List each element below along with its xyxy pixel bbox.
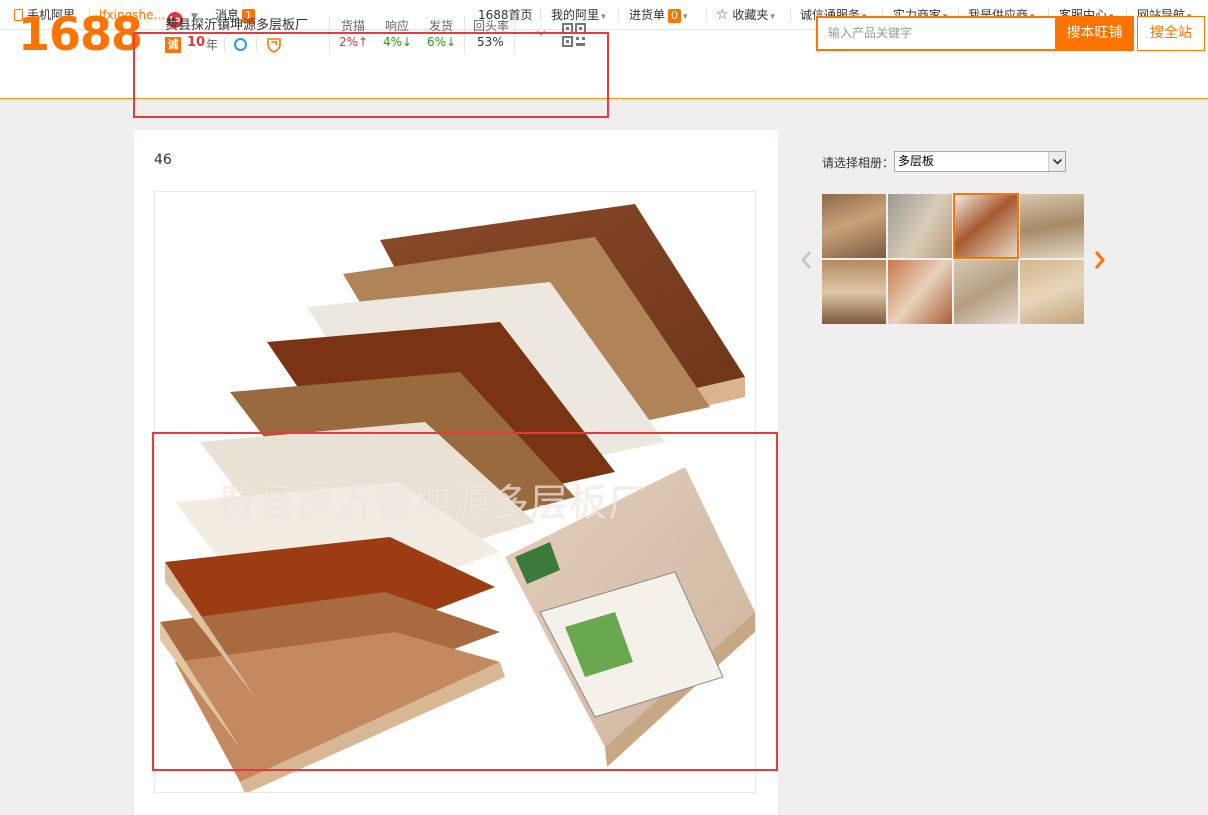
thumbnail-8[interactable] <box>1020 260 1084 324</box>
album-select[interactable]: 多层板 <box>894 151 1066 172</box>
nav-divider <box>618 8 619 22</box>
highlight-box-shop-info <box>133 32 609 118</box>
nav-divider <box>706 8 707 22</box>
thumbnail-2[interactable] <box>888 194 952 258</box>
thumbnail-4[interactable] <box>1020 194 1084 258</box>
thumbnail-7[interactable] <box>954 260 1018 324</box>
nav-divider <box>790 8 791 22</box>
thumbnail-6[interactable] <box>888 260 952 324</box>
favorites-menu[interactable]: ☆ 收藏夹 ▾ <box>716 0 775 30</box>
site-logo[interactable]: 1688 <box>18 8 143 60</box>
photo-number: 46 <box>154 152 172 168</box>
nav-divider <box>540 8 541 22</box>
search-all-site-button[interactable]: 搜全站 <box>1137 16 1205 51</box>
company-name-link[interactable]: 费县探沂镇坤源多层板厂 <box>165 14 308 33</box>
thumbnail-grid <box>822 193 1086 326</box>
star-icon: ☆ <box>716 7 729 23</box>
dropdown-arrow-icon[interactable] <box>1048 152 1065 171</box>
thumbnail-1[interactable] <box>822 194 886 258</box>
album-selected-value: 多层板 <box>898 154 935 168</box>
chevron-left-icon[interactable] <box>800 250 812 270</box>
purchase-count-badge: 0 <box>668 9 682 23</box>
thumbnail-5[interactable] <box>822 260 886 324</box>
search-input[interactable]: 输入产品关键字 <box>816 16 1055 51</box>
search-shop-button[interactable]: 搜本旺铺 <box>1055 16 1134 51</box>
highlight-box-photo <box>152 432 778 771</box>
chevron-down-icon: ▾ <box>683 12 688 22</box>
chevron-right-icon[interactable] <box>1094 250 1106 270</box>
thumbnail-3[interactable] <box>953 193 1019 259</box>
album-select-label: 请选择相册： <box>822 156 895 170</box>
purchase-list-menu[interactable]: 进货单 0 ▾ <box>629 0 688 30</box>
chevron-down-icon: ▾ <box>601 12 606 22</box>
chevron-down-icon: ▾ <box>770 12 775 22</box>
